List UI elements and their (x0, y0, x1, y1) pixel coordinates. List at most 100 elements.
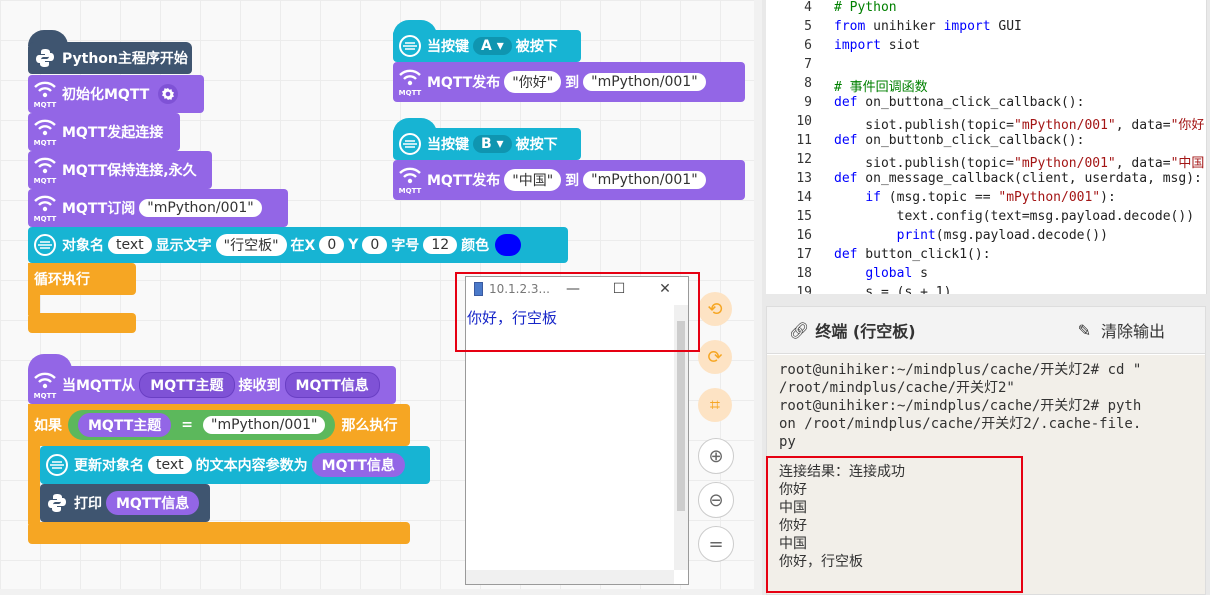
on-mqtt-from-label: 当MQTT从 (62, 378, 136, 394)
mqtt-topic-variable[interactable]: MQTT主题 (139, 372, 235, 398)
highlight-box-window (455, 272, 700, 352)
mqtt-subscribe-label: MQTT订阅 (62, 201, 136, 217)
loop-block[interactable]: 循环执行 (28, 263, 136, 295)
code-line: s = (s + 1) (834, 285, 952, 294)
link-icon: 🔗︎ (789, 320, 810, 340)
publish-a-message-input[interactable]: "你好" (504, 71, 562, 93)
mqtt-receive-event-block[interactable]: MQTT 当MQTT从 MQTT主题 接收到 MQTT信息 (28, 366, 396, 404)
terminal-line: py (779, 434, 796, 450)
line-number: 10 (796, 114, 812, 129)
if-label: 如果 (34, 418, 62, 434)
redo-icon[interactable]: ⟳ (698, 340, 732, 374)
workspace-vertical-scrollbar[interactable] (754, 0, 762, 595)
line-number: 12 (796, 152, 812, 167)
wifi-icon: MQTT (28, 370, 62, 400)
terminal-line: on /root/mindplus/cache/开关灯2/.cache-file… (779, 416, 1142, 432)
mqtt-keep-alive-block[interactable]: MQTT MQTT保持连接,永久 (28, 151, 212, 189)
python-logo-icon (28, 48, 62, 68)
code-editor[interactable]: 4 # Python 5 from unihiker import GUI 6 impor… (766, 0, 1207, 294)
publish-a-block[interactable]: MQTT MQTT发布 "你好" 到 "mPython/001" (393, 62, 745, 102)
line-number: 17 (796, 247, 812, 262)
python-main-start-block[interactable]: Python主程序开始 (28, 42, 192, 74)
update-object-label: 更新对象名 (74, 458, 144, 474)
x-label: 在X (290, 238, 316, 254)
mqtt-message-variable[interactable]: MQTT信息 (311, 453, 405, 477)
publish-b-topic-input[interactable]: "mPython/001" (583, 171, 706, 189)
zoom-out-icon[interactable]: ⊖ (698, 482, 734, 518)
python-logo-icon (40, 493, 74, 513)
line-number: 7 (804, 57, 812, 72)
key-b-value: B (481, 136, 492, 152)
publish-b-message-input[interactable]: "中国" (504, 169, 562, 191)
display-icon (393, 132, 427, 156)
loop-arm (28, 295, 40, 315)
print-label: 打印 (74, 496, 102, 512)
update-suffix-label: 的文本内容参数为 (195, 458, 308, 474)
mqtt-connect-block[interactable]: MQTT MQTT发起连接 (28, 113, 180, 151)
code-line: import siot (834, 38, 921, 53)
code-line: def on_message_callback(client, userdata… (834, 171, 1202, 186)
main-start-label: Python主程序开始 (62, 51, 188, 67)
if-block[interactable]: 如果 MQTT主题 = "mPython/001" 那么执行 (28, 404, 410, 446)
clear-output-label: 清除输出 (1100, 322, 1165, 341)
publish-b-label: MQTT发布 (427, 173, 501, 189)
update-object-text-block[interactable]: 更新对象名 text 的文本内容参数为 MQTT信息 (40, 446, 430, 484)
received-label: 接收到 (238, 378, 281, 394)
crop-icon[interactable]: ⌗ (698, 388, 732, 422)
terminal-header: 🔗︎ 终端 (行空板) ✎ 清除输出 (767, 307, 1205, 354)
if-value-input[interactable]: "mPython/001" (203, 416, 326, 434)
gear-icon[interactable] (157, 83, 179, 105)
key-a-event-block[interactable]: 当按键 A ▾ 被按下 (393, 30, 581, 62)
code-line: if (msg.topic == "mPython/001"): (865, 190, 1116, 205)
code-line: print(msg.payload.decode()) (896, 228, 1108, 243)
line-number: 4 (804, 0, 812, 15)
subscribe-topic-input[interactable]: "mPython/001" (139, 199, 262, 217)
key-a-dropdown[interactable]: A ▾ (473, 37, 512, 55)
code-line: def button_click1(): (834, 247, 991, 262)
publish-a-topic-input[interactable]: "mPython/001" (583, 73, 706, 91)
eraser-icon: ✎ (1077, 320, 1091, 340)
clear-output-button[interactable]: ✎ 清除输出 (1078, 318, 1165, 342)
code-line: siot.publish(topic="mPython/001", data="… (834, 118, 1206, 133)
mqtt-subscribe-block[interactable]: MQTT MQTT订阅 "mPython/001" (28, 189, 288, 227)
window-horizontal-scrollbar[interactable] (466, 570, 674, 584)
terminal-title: 终端 (行空板) (815, 322, 916, 341)
mqtt-message-variable[interactable]: MQTT信息 (106, 491, 200, 515)
y-input[interactable]: 0 (362, 236, 388, 254)
print-block[interactable]: 打印 MQTT信息 (40, 484, 210, 522)
equals-operator: = (181, 417, 193, 433)
color-swatch[interactable] (495, 234, 522, 256)
line-number: 9 (804, 95, 812, 110)
line-number: 5 (804, 19, 812, 34)
y-label: Y (348, 237, 359, 253)
object-name-input[interactable]: text (108, 236, 152, 254)
wifi-icon: MQTT (28, 155, 62, 185)
key-b-event-block[interactable]: 当按键 B ▾ 被按下 (393, 128, 581, 160)
color-label: 颜色 (461, 238, 490, 254)
condition-compare[interactable]: MQTT主题 = "mPython/001" (68, 410, 336, 440)
show-text-input[interactable]: "行空板" (215, 234, 287, 256)
font-size-input[interactable]: 12 (423, 236, 458, 254)
workspace-horizontal-scrollbar[interactable] (0, 589, 754, 595)
update-object-name-input[interactable]: text (148, 456, 192, 474)
line-number: 8 (804, 76, 812, 91)
key-b-dropdown[interactable]: B ▾ (473, 135, 512, 153)
x-input[interactable]: 0 (319, 236, 345, 254)
key-a-suffix: 被按下 (515, 39, 558, 55)
show-text-block[interactable]: 对象名 text 显示文字 "行空板" 在X 0 Y 0 字号 12 颜色 (28, 227, 568, 263)
line-number: 15 (796, 209, 812, 224)
undo-icon[interactable]: ⟲ (698, 292, 732, 326)
wifi-icon: MQTT (393, 165, 427, 195)
equals-icon[interactable]: = (698, 526, 734, 562)
line-number: 13 (796, 171, 812, 186)
publish-b-block[interactable]: MQTT MQTT发布 "中国" 到 "mPython/001" (393, 160, 745, 200)
highlight-box-terminal (766, 456, 1023, 593)
mqtt-message-variable[interactable]: MQTT信息 (284, 372, 380, 398)
publish-b-to-label: 到 (565, 173, 580, 189)
zoom-in-icon[interactable]: ⊕ (698, 438, 734, 474)
publish-a-label: MQTT发布 (427, 75, 501, 91)
code-line: # 事件回调函数 (834, 80, 928, 95)
mqtt-topic-variable[interactable]: MQTT主题 (78, 413, 172, 437)
wifi-icon: MQTT (28, 193, 62, 223)
init-mqtt-block[interactable]: MQTT 初始化MQTT (28, 75, 204, 113)
